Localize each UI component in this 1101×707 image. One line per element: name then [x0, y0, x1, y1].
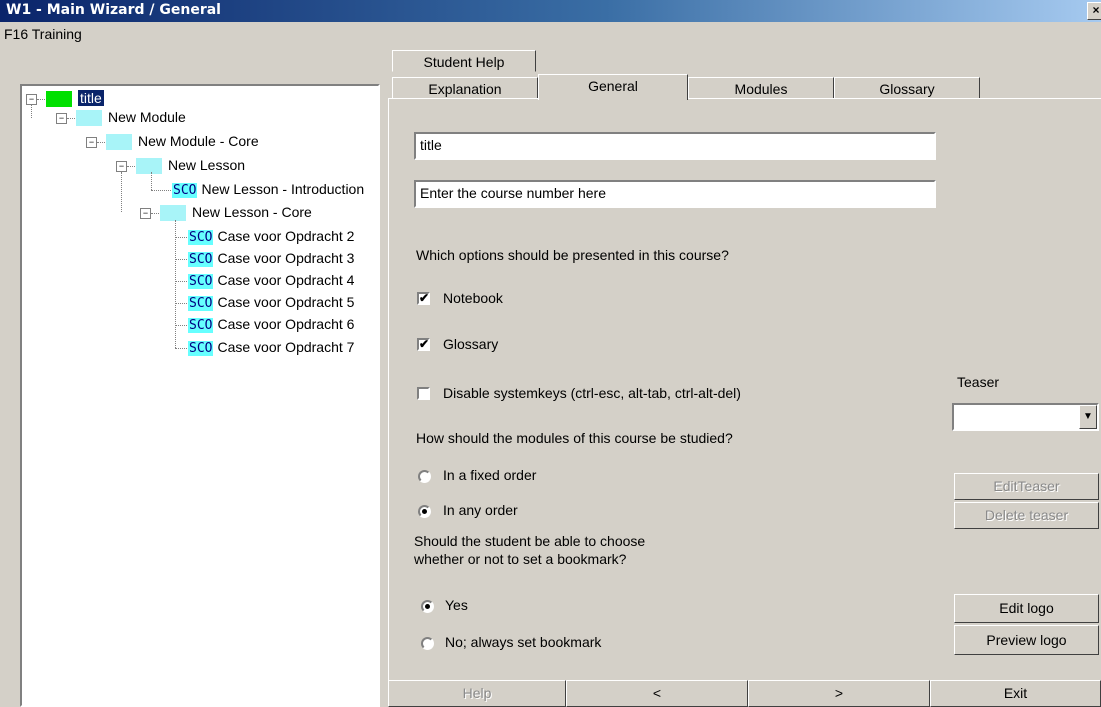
tree-item[interactable]: SCO Case voor Opdracht 5	[188, 292, 354, 312]
radio-dot	[422, 509, 427, 514]
edit-logo-button[interactable]: Edit logo	[954, 594, 1099, 623]
tree-item[interactable]: SCO Case voor Opdracht 6	[188, 314, 354, 334]
edit-teaser-button[interactable]: EditTeaser	[954, 473, 1099, 500]
collapse-icon[interactable]: −	[56, 113, 67, 124]
sco-icon: SCO	[188, 274, 214, 289]
bookmark-question-line1: Should the student be able to choose	[414, 533, 646, 549]
bookmark-question-line2: whether or not to set a bookmark?	[414, 551, 627, 567]
tree-item-label: Case voor Opdracht 4	[217, 272, 355, 288]
disable-systemkeys-checkbox[interactable]	[417, 387, 430, 400]
any-order-radio[interactable]	[418, 505, 431, 518]
wizard-nav-bar: Help < > Exit	[388, 680, 1101, 707]
tree-item-label: Case voor Opdracht 3	[217, 250, 355, 266]
tab-glossary[interactable]: Glossary	[834, 77, 980, 99]
teaser-label: Teaser	[957, 374, 1000, 390]
course-label: F16 Training	[4, 26, 82, 42]
tree-item[interactable]: SCO Case voor Opdracht 2	[188, 226, 354, 246]
glossary-label: Glossary	[443, 336, 499, 352]
tree-item-label: Case voor Opdracht 2	[217, 228, 355, 244]
tree-item[interactable]: New Lesson - Core	[160, 202, 312, 222]
root-node-icon	[46, 91, 72, 108]
folder-node-icon	[160, 205, 186, 222]
tree-item[interactable]: New Lesson	[136, 155, 245, 175]
tree-item-label: title	[78, 90, 104, 106]
any-order-label: In any order	[443, 502, 518, 518]
preview-logo-button[interactable]: Preview logo	[954, 625, 1099, 655]
tab-general[interactable]: General	[538, 74, 688, 100]
sco-icon: SCO	[172, 183, 198, 198]
radio-dot	[425, 604, 430, 609]
tree-item-label: New Lesson - Core	[192, 204, 312, 220]
folder-node-icon	[136, 158, 162, 175]
notebook-label: Notebook	[443, 290, 503, 306]
sco-icon: SCO	[188, 230, 214, 245]
glossary-checkbox[interactable]: ✔	[417, 338, 430, 351]
tree-item-label: Case voor Opdracht 7	[217, 339, 355, 355]
sco-icon: SCO	[188, 341, 214, 356]
course-number-input[interactable]: Enter the course number here	[414, 180, 936, 208]
tree-item[interactable]: SCO Case voor Opdracht 7	[188, 337, 354, 357]
folder-node-icon	[76, 110, 102, 127]
fixed-order-label: In a fixed order	[443, 467, 537, 483]
sco-icon: SCO	[188, 252, 214, 267]
close-icon[interactable]: ×	[1087, 2, 1101, 20]
help-button[interactable]: Help	[388, 680, 566, 707]
tree-item[interactable]: SCO New Lesson - Introduction	[172, 179, 364, 199]
tree-item-label: New Lesson	[168, 157, 246, 173]
tab-explanation[interactable]: Explanation	[392, 77, 538, 99]
chevron-down-icon[interactable]: ▼	[1079, 405, 1097, 429]
delete-teaser-button[interactable]: Delete teaser	[954, 502, 1099, 529]
tree-item-label: New Lesson - Introduction	[201, 181, 365, 197]
course-title-input[interactable]: title	[414, 132, 936, 160]
teaser-dropdown[interactable]: ▼	[952, 403, 1099, 431]
collapse-icon[interactable]: −	[116, 161, 127, 172]
tree-item-label: Case voor Opdracht 6	[217, 316, 355, 332]
previous-button[interactable]: <	[566, 680, 748, 707]
title-bar: W1 - Main Wizard / General ×	[0, 0, 1101, 22]
window-title: W1 - Main Wizard / General	[6, 2, 221, 18]
tree-item-label: Case voor Opdracht 5	[217, 294, 355, 310]
fixed-order-radio[interactable]	[418, 470, 431, 483]
bookmark-yes-radio[interactable]	[421, 600, 434, 613]
course-tree[interactable]: − title − New Module − New Module - Core…	[20, 84, 380, 707]
tree-item[interactable]: SCO Case voor Opdracht 3	[188, 248, 354, 268]
tab-student-help[interactable]: Student Help	[392, 50, 536, 72]
order-question: How should the modules of this course be…	[416, 430, 733, 446]
exit-button[interactable]: Exit	[930, 680, 1101, 707]
tree-item-root[interactable]: title	[46, 88, 104, 108]
options-question: Which options should be presented in thi…	[416, 247, 729, 263]
tree-item[interactable]: New Module - Core	[106, 131, 259, 151]
sco-icon: SCO	[188, 318, 214, 333]
tree-item[interactable]: SCO Case voor Opdracht 4	[188, 270, 354, 290]
folder-node-icon	[106, 134, 132, 151]
notebook-checkbox[interactable]: ✔	[417, 292, 430, 305]
tree-item-label: New Module - Core	[138, 133, 259, 149]
collapse-icon[interactable]: −	[86, 137, 97, 148]
tab-modules[interactable]: Modules	[688, 77, 834, 99]
collapse-icon[interactable]: −	[140, 208, 151, 219]
bookmark-no-label: No; always set bookmark	[445, 634, 602, 650]
bookmark-no-radio[interactable]	[421, 637, 434, 650]
next-button[interactable]: >	[748, 680, 930, 707]
disable-systemkeys-label: Disable systemkeys (ctrl-esc, alt-tab, c…	[443, 385, 741, 401]
sco-icon: SCO	[188, 296, 214, 311]
tree-item[interactable]: New Module	[76, 107, 186, 127]
tree-item-label: New Module	[108, 109, 186, 125]
bookmark-yes-label: Yes	[445, 597, 468, 613]
